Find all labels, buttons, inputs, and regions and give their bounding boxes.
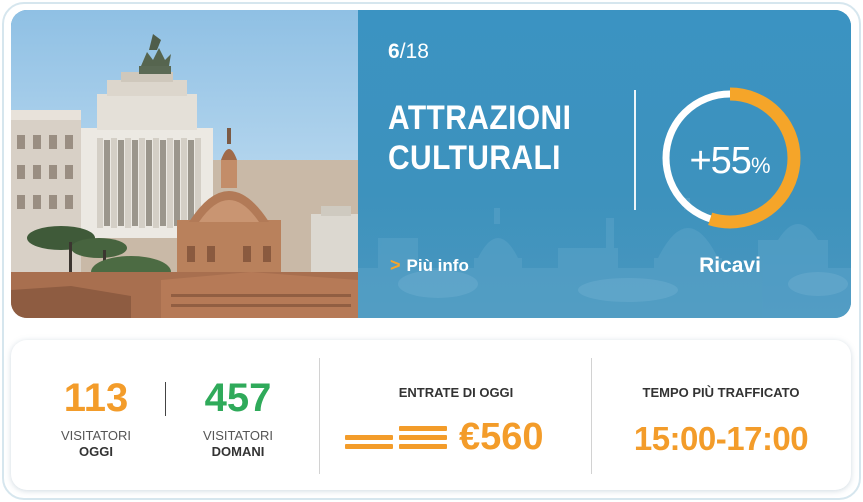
visitors-today-count: 113 xyxy=(63,376,129,420)
busiest-time-title: TEMPO PIÙ TRAFFICATO xyxy=(642,385,800,400)
visitors-tomorrow-sublabel: DOMANI xyxy=(211,444,265,459)
visitors-today: 113 VISITATORI OGGI xyxy=(51,376,141,459)
revenue-value: €560 xyxy=(459,416,544,458)
visitors-tomorrow-label: VISITATORI xyxy=(202,428,274,443)
column-divider-2 xyxy=(591,358,592,474)
slide-counter: 6/18 xyxy=(388,40,429,64)
visitors-tomorrow: 457 VISITATORI DOMANI xyxy=(193,376,283,459)
visitors-today-sublabel: OGGI xyxy=(79,444,113,459)
stats-card: 113 VISITATORI OGGI 457 VISITATORI DOMAN… xyxy=(11,340,851,490)
chevron-right-icon: > xyxy=(390,255,401,275)
attraction-title: ATTRAZIONI CULTURALI xyxy=(388,98,590,178)
monument-photo xyxy=(11,10,358,318)
gauge-value: +55 xyxy=(689,140,751,182)
busiest-time-value: 15:00-17:00 xyxy=(633,420,809,457)
slide-current: 6 xyxy=(388,40,400,63)
attraction-card: 6/18 ATTRAZIONI CULTURALI > Più info +55… xyxy=(11,10,851,318)
visitors-today-label: VISITATORI xyxy=(60,428,132,443)
slide-total: 18 xyxy=(405,40,429,63)
more-info-link[interactable]: > Più info xyxy=(390,255,469,276)
revenue-title: ENTRATE DI OGGI xyxy=(398,385,514,400)
title-divider xyxy=(634,90,636,210)
gauge-unit: % xyxy=(750,153,771,178)
info-panel: 6/18 ATTRAZIONI CULTURALI > Più info +55… xyxy=(358,10,851,318)
more-info-label: Più info xyxy=(406,255,469,275)
visitors-tomorrow-count: 457 xyxy=(204,376,272,420)
gauge-label: Ricavi xyxy=(699,254,761,277)
gauge-readout: +55% xyxy=(654,140,806,183)
monument-illustration xyxy=(11,34,358,318)
visitors-divider xyxy=(165,382,166,416)
column-divider-1 xyxy=(319,358,320,474)
title-line-1: ATTRAZIONI xyxy=(388,99,572,137)
title-line-2: CULTURALI xyxy=(388,139,561,177)
